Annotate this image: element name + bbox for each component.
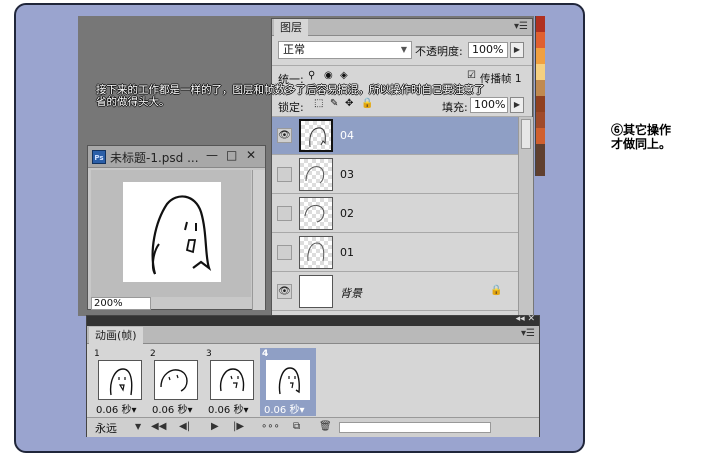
step-note-line-2: 才做同上。 [611, 137, 672, 151]
minimize-button[interactable]: — [206, 148, 218, 162]
animation-panel: ◂◂ ✕ 动画(帧) ▾☰ 1 0.06 秒▾ 2 0.06 秒▾ 3 0.06… [86, 314, 540, 437]
opacity-slider-button[interactable]: ▶ [510, 42, 524, 58]
tutorial-line-2: 省的做得头大。 [96, 96, 170, 108]
document-scrollbar[interactable] [252, 170, 265, 310]
tween-button[interactable]: ∘∘∘ [261, 421, 280, 432]
layers-panel: 图层 ▾☰ 正常 ▼ 不透明度: 100% ▶ 统一: ⚲ ◉ ◈ ☑ 传播帧 … [271, 18, 533, 316]
zoom-field[interactable]: 200% [91, 297, 151, 310]
layer-name: 背景 [340, 287, 362, 300]
frame-number: 1 [94, 349, 100, 359]
animation-controls: 永远 ▼ ◀◀ ◀| ▶ |▶ ∘∘∘ ⧉ 🗑 [87, 417, 539, 437]
panel-menu-icon[interactable]: ▾☰ [521, 328, 535, 339]
document-title: 未标题-1.psd ... [110, 151, 199, 165]
visibility-toggle[interactable] [277, 206, 292, 221]
layer-row-background[interactable]: 👁 背景 🔒 [272, 273, 518, 311]
tab-animation[interactable]: 动画(帧) [89, 327, 143, 344]
blend-mode-value: 正常 [283, 43, 305, 56]
next-frame-button[interactable]: |▶ [233, 421, 244, 432]
step-note: ⑥其它操作 才做同上。 [611, 123, 671, 151]
layer-thumbnail [299, 119, 333, 152]
animation-panel-tabbar: 动画(帧) ▾☰ [87, 326, 539, 344]
frame-thumbnail [266, 360, 310, 400]
play-button[interactable]: ▶ [211, 421, 219, 432]
frame-thumbnail [210, 360, 254, 400]
layer-name: 02 [340, 207, 354, 220]
blend-mode-select[interactable]: 正常 ▼ [278, 41, 412, 59]
animation-frame-3[interactable]: 3 0.06 秒▾ [204, 348, 260, 416]
layer-name: 03 [340, 168, 354, 181]
propagate-label: 传播帧 1 [480, 73, 522, 85]
frame-delay[interactable]: 0.06 秒▾ [208, 401, 248, 416]
step-note-line-1: ⑥其它操作 [611, 123, 672, 137]
canvas-area[interactable] [91, 170, 251, 297]
canvas[interactable] [123, 182, 221, 282]
layers-panel-tabbar: 图层 ▾☰ [272, 19, 532, 36]
frame-delay[interactable]: 0.06 秒▾ [96, 401, 136, 416]
opacity-label: 不透明度: [415, 45, 463, 58]
animation-frame-4[interactable]: 4 0.06 秒▾ [260, 348, 316, 416]
frame-number: 4 [262, 349, 269, 359]
tab-layers[interactable]: 图层 [274, 19, 308, 36]
frame-number: 2 [150, 349, 156, 359]
close-button[interactable]: ✕ [246, 148, 256, 162]
lock-icon: 🔒 [490, 285, 503, 296]
visibility-toggle[interactable] [277, 245, 292, 260]
frames-scrollbar[interactable] [339, 422, 491, 433]
chevron-down-icon[interactable]: ▼ [135, 422, 141, 431]
layer-thumbnail [299, 158, 333, 191]
layer-row-03[interactable]: 03 [272, 156, 518, 194]
duplicate-frame-button[interactable]: ⧉ [293, 421, 300, 432]
frame-delay[interactable]: 0.06 秒▾ [152, 401, 192, 416]
animation-frame-2[interactable]: 2 0.06 秒▾ [148, 348, 204, 416]
frame-number: 3 [206, 349, 212, 359]
document-titlebar[interactable]: Ps 未标题-1.psd ... — □ ✕ [88, 146, 265, 168]
layer-row-04[interactable]: 👁 04 [272, 117, 518, 155]
unify-position-icon[interactable]: ⚲ [308, 70, 315, 81]
unify-visibility-icon[interactable]: ◉ [324, 70, 333, 81]
first-frame-button[interactable]: ◀◀ [151, 421, 166, 432]
tutorial-line-1: 接下来的工作都是一样的了，图层和帧数多了后容易搞混，所以操作时自己要注意了 [96, 84, 485, 96]
scrollbar-thumb[interactable] [521, 119, 531, 149]
loop-select[interactable]: 永远 [95, 420, 117, 436]
animation-panel-header: ◂◂ ✕ [87, 314, 539, 326]
eye-icon[interactable]: 👁 [277, 284, 292, 299]
layer-row-02[interactable]: 02 [272, 195, 518, 233]
layer-thumbnail [299, 197, 333, 230]
chevron-down-icon: ▼ [400, 45, 407, 54]
divider [272, 65, 532, 66]
layer-thumbnail [299, 275, 333, 308]
tutorial-caption: 接下来的工作都是一样的了，图层和帧数多了后容易搞混，所以操作时自己要注意了 省的… [96, 84, 485, 108]
visibility-toggle[interactable] [277, 167, 292, 182]
animation-frame-1[interactable]: 1 0.06 秒▾ [92, 348, 148, 416]
swatches-strip[interactable] [535, 16, 545, 176]
maximize-button[interactable]: □ [226, 148, 237, 162]
eye-icon[interactable]: 👁 [277, 128, 292, 143]
frame-thumbnail [154, 360, 198, 400]
unify-style-icon[interactable]: ◈ [340, 70, 348, 81]
opacity-field[interactable]: 100% [468, 42, 508, 58]
layers-scrollbar[interactable] [518, 117, 533, 315]
layer-row-01[interactable]: 01 [272, 234, 518, 272]
panel-menu-icon[interactable]: ▾☰ [514, 21, 528, 32]
frame-thumbnail [98, 360, 142, 400]
propagate-checkbox[interactable]: ☑ [467, 70, 476, 81]
document-window: Ps 未标题-1.psd ... — □ ✕ 200% [87, 145, 266, 310]
fill-slider-button[interactable]: ▶ [510, 97, 524, 113]
delete-frame-button[interactable]: 🗑 [319, 421, 332, 432]
layer-thumbnail [299, 236, 333, 269]
panel-collapse-icon[interactable]: ◂◂ ✕ [516, 314, 535, 324]
layer-name: 01 [340, 246, 354, 259]
photoshop-icon: Ps [92, 150, 106, 164]
previous-frame-button[interactable]: ◀| [179, 421, 190, 432]
frame-delay[interactable]: 0.06 秒▾ [264, 401, 304, 416]
layer-name: 04 [340, 129, 354, 142]
